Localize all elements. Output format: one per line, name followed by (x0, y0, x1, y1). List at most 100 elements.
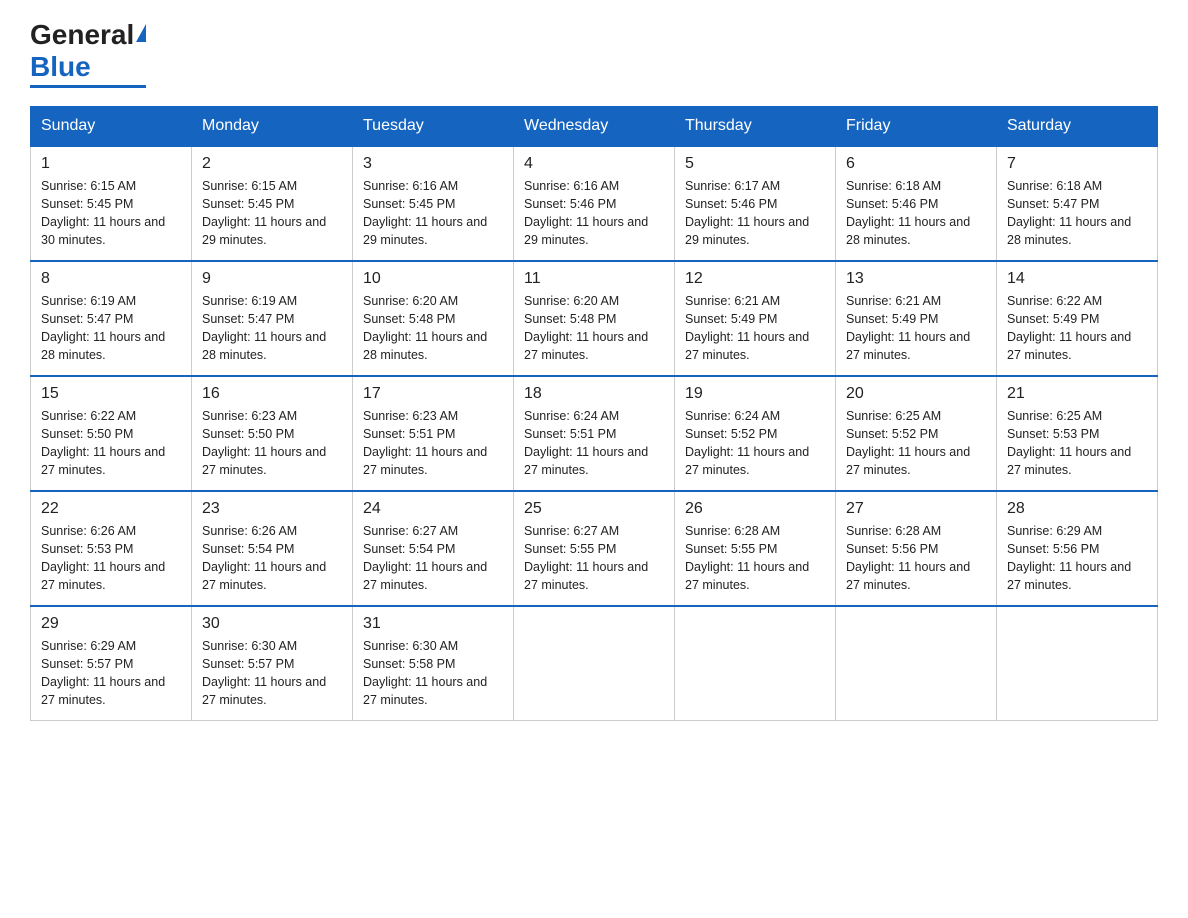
day-info: Sunrise: 6:28 AMSunset: 5:56 PMDaylight:… (846, 522, 986, 595)
calendar-body: 1 Sunrise: 6:15 AMSunset: 5:45 PMDaylight… (31, 146, 1158, 721)
day-info: Sunrise: 6:17 AMSunset: 5:46 PMDaylight:… (685, 177, 825, 250)
calendar-cell: 28 Sunrise: 6:29 AMSunset: 5:56 PMDayligh… (997, 491, 1158, 606)
calendar-cell: 17 Sunrise: 6:23 AMSunset: 5:51 PMDayligh… (353, 376, 514, 491)
day-number: 26 (685, 500, 825, 518)
logo-general-text: General (30, 20, 134, 51)
day-info: Sunrise: 6:22 AMSunset: 5:49 PMDaylight:… (1007, 292, 1147, 365)
day-number: 9 (202, 270, 342, 288)
day-number: 14 (1007, 270, 1147, 288)
header-day-wednesday: Wednesday (514, 106, 675, 146)
day-info: Sunrise: 6:26 AMSunset: 5:53 PMDaylight:… (41, 522, 181, 595)
week-row-2: 8 Sunrise: 6:19 AMSunset: 5:47 PMDaylight… (31, 261, 1158, 376)
day-info: Sunrise: 6:28 AMSunset: 5:55 PMDaylight:… (685, 522, 825, 595)
day-number: 20 (846, 385, 986, 403)
calendar-cell: 6 Sunrise: 6:18 AMSunset: 5:46 PMDaylight… (836, 146, 997, 261)
day-number: 17 (363, 385, 503, 403)
day-info: Sunrise: 6:15 AMSunset: 5:45 PMDaylight:… (202, 177, 342, 250)
day-info: Sunrise: 6:22 AMSunset: 5:50 PMDaylight:… (41, 407, 181, 480)
day-info: Sunrise: 6:23 AMSunset: 5:50 PMDaylight:… (202, 407, 342, 480)
day-info: Sunrise: 6:30 AMSunset: 5:58 PMDaylight:… (363, 637, 503, 710)
logo-blue-text: Blue (30, 51, 91, 83)
calendar-table: SundayMondayTuesdayWednesdayThursdayFrid… (30, 106, 1158, 722)
day-info: Sunrise: 6:27 AMSunset: 5:55 PMDaylight:… (524, 522, 664, 595)
day-info: Sunrise: 6:24 AMSunset: 5:52 PMDaylight:… (685, 407, 825, 480)
day-info: Sunrise: 6:24 AMSunset: 5:51 PMDaylight:… (524, 407, 664, 480)
calendar-cell: 14 Sunrise: 6:22 AMSunset: 5:49 PMDayligh… (997, 261, 1158, 376)
calendar-cell: 21 Sunrise: 6:25 AMSunset: 5:53 PMDayligh… (997, 376, 1158, 491)
calendar-cell (675, 606, 836, 721)
day-info: Sunrise: 6:30 AMSunset: 5:57 PMDaylight:… (202, 637, 342, 710)
day-number: 4 (524, 155, 664, 173)
week-row-5: 29 Sunrise: 6:29 AMSunset: 5:57 PMDayligh… (31, 606, 1158, 721)
day-number: 15 (41, 385, 181, 403)
header-day-saturday: Saturday (997, 106, 1158, 146)
calendar-cell: 31Sunrise: 6:30 AMSunset: 5:58 PMDayligh… (353, 606, 514, 721)
week-row-3: 15 Sunrise: 6:22 AMSunset: 5:50 PMDayligh… (31, 376, 1158, 491)
calendar-cell: 30 Sunrise: 6:30 AMSunset: 5:57 PMDayligh… (192, 606, 353, 721)
calendar-cell: 19 Sunrise: 6:24 AMSunset: 5:52 PMDayligh… (675, 376, 836, 491)
day-info: Sunrise: 6:25 AMSunset: 5:52 PMDaylight:… (846, 407, 986, 480)
day-number: 24 (363, 500, 503, 518)
calendar-cell: 8Sunrise: 6:19 AMSunset: 5:47 PMDaylight… (31, 261, 192, 376)
day-number: 29 (41, 615, 181, 633)
calendar-cell: 27Sunrise: 6:28 AMSunset: 5:56 PMDayligh… (836, 491, 997, 606)
week-row-1: 1 Sunrise: 6:15 AMSunset: 5:45 PMDaylight… (31, 146, 1158, 261)
day-number: 30 (202, 615, 342, 633)
day-number: 13 (846, 270, 986, 288)
calendar-cell: 7 Sunrise: 6:18 AMSunset: 5:47 PMDaylight… (997, 146, 1158, 261)
day-info: Sunrise: 6:29 AMSunset: 5:57 PMDaylight:… (41, 637, 181, 710)
logo-underline (30, 85, 146, 88)
day-number: 25 (524, 500, 664, 518)
day-info: Sunrise: 6:20 AMSunset: 5:48 PMDaylight:… (524, 292, 664, 365)
day-number: 11 (524, 270, 664, 288)
day-info: Sunrise: 6:25 AMSunset: 5:53 PMDaylight:… (1007, 407, 1147, 480)
day-number: 12 (685, 270, 825, 288)
calendar-header: SundayMondayTuesdayWednesdayThursdayFrid… (31, 106, 1158, 146)
calendar-cell: 23Sunrise: 6:26 AMSunset: 5:54 PMDayligh… (192, 491, 353, 606)
logo-triangle-icon (136, 24, 146, 42)
calendar-cell: 2 Sunrise: 6:15 AMSunset: 5:45 PMDaylight… (192, 146, 353, 261)
logo: General Blue (30, 20, 146, 88)
day-info: Sunrise: 6:29 AMSunset: 5:56 PMDaylight:… (1007, 522, 1147, 595)
calendar-cell: 3 Sunrise: 6:16 AMSunset: 5:45 PMDaylight… (353, 146, 514, 261)
day-number: 2 (202, 155, 342, 173)
day-info: Sunrise: 6:21 AMSunset: 5:49 PMDaylight:… (846, 292, 986, 365)
header-row: SundayMondayTuesdayWednesdayThursdayFrid… (31, 106, 1158, 146)
day-number: 23 (202, 500, 342, 518)
calendar-cell: 5Sunrise: 6:17 AMSunset: 5:46 PMDaylight… (675, 146, 836, 261)
calendar-cell: 13 Sunrise: 6:21 AMSunset: 5:49 PMDayligh… (836, 261, 997, 376)
day-number: 22 (41, 500, 181, 518)
day-info: Sunrise: 6:27 AMSunset: 5:54 PMDaylight:… (363, 522, 503, 595)
calendar-cell (514, 606, 675, 721)
header-day-monday: Monday (192, 106, 353, 146)
calendar-cell: 22 Sunrise: 6:26 AMSunset: 5:53 PMDayligh… (31, 491, 192, 606)
header-day-thursday: Thursday (675, 106, 836, 146)
day-info: Sunrise: 6:18 AMSunset: 5:47 PMDaylight:… (1007, 177, 1147, 250)
header-day-tuesday: Tuesday (353, 106, 514, 146)
calendar-cell: 10Sunrise: 6:20 AMSunset: 5:48 PMDayligh… (353, 261, 514, 376)
day-number: 19 (685, 385, 825, 403)
day-info: Sunrise: 6:18 AMSunset: 5:46 PMDaylight:… (846, 177, 986, 250)
day-number: 8 (41, 270, 181, 288)
day-number: 6 (846, 155, 986, 173)
day-info: Sunrise: 6:23 AMSunset: 5:51 PMDaylight:… (363, 407, 503, 480)
calendar-cell: 18Sunrise: 6:24 AMSunset: 5:51 PMDayligh… (514, 376, 675, 491)
calendar-cell: 4Sunrise: 6:16 AMSunset: 5:46 PMDaylight… (514, 146, 675, 261)
calendar-cell: 16Sunrise: 6:23 AMSunset: 5:50 PMDayligh… (192, 376, 353, 491)
day-info: Sunrise: 6:19 AMSunset: 5:47 PMDaylight:… (202, 292, 342, 365)
header-day-sunday: Sunday (31, 106, 192, 146)
day-info: Sunrise: 6:16 AMSunset: 5:45 PMDaylight:… (363, 177, 503, 250)
day-number: 7 (1007, 155, 1147, 173)
day-number: 21 (1007, 385, 1147, 403)
calendar-cell (997, 606, 1158, 721)
day-number: 1 (41, 155, 181, 173)
day-number: 28 (1007, 500, 1147, 518)
header-day-friday: Friday (836, 106, 997, 146)
day-number: 10 (363, 270, 503, 288)
calendar-cell: 9 Sunrise: 6:19 AMSunset: 5:47 PMDaylight… (192, 261, 353, 376)
calendar-cell: 11 Sunrise: 6:20 AMSunset: 5:48 PMDayligh… (514, 261, 675, 376)
header: General Blue (30, 20, 1158, 88)
day-info: Sunrise: 6:15 AMSunset: 5:45 PMDaylight:… (41, 177, 181, 250)
day-number: 3 (363, 155, 503, 173)
calendar-cell: 12Sunrise: 6:21 AMSunset: 5:49 PMDayligh… (675, 261, 836, 376)
